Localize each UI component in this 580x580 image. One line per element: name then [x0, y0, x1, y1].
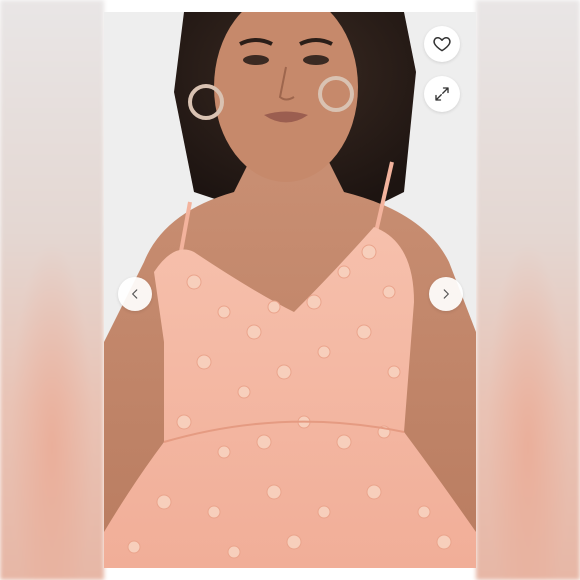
blurred-backdrop-right	[476, 0, 580, 580]
chevron-right-icon	[443, 289, 449, 299]
next-image-button[interactable]	[429, 277, 463, 311]
product-image-viewer	[0, 0, 580, 580]
heart-outline-icon	[433, 37, 451, 52]
product-photo[interactable]	[104, 12, 476, 568]
product-photo-illustration	[104, 12, 476, 568]
expand-button[interactable]	[424, 76, 460, 112]
chevron-left-icon	[132, 289, 138, 299]
favorite-button[interactable]	[424, 26, 460, 62]
previous-image-button[interactable]	[118, 277, 152, 311]
blurred-backdrop-left	[0, 0, 104, 580]
expand-arrows-icon	[435, 87, 449, 101]
